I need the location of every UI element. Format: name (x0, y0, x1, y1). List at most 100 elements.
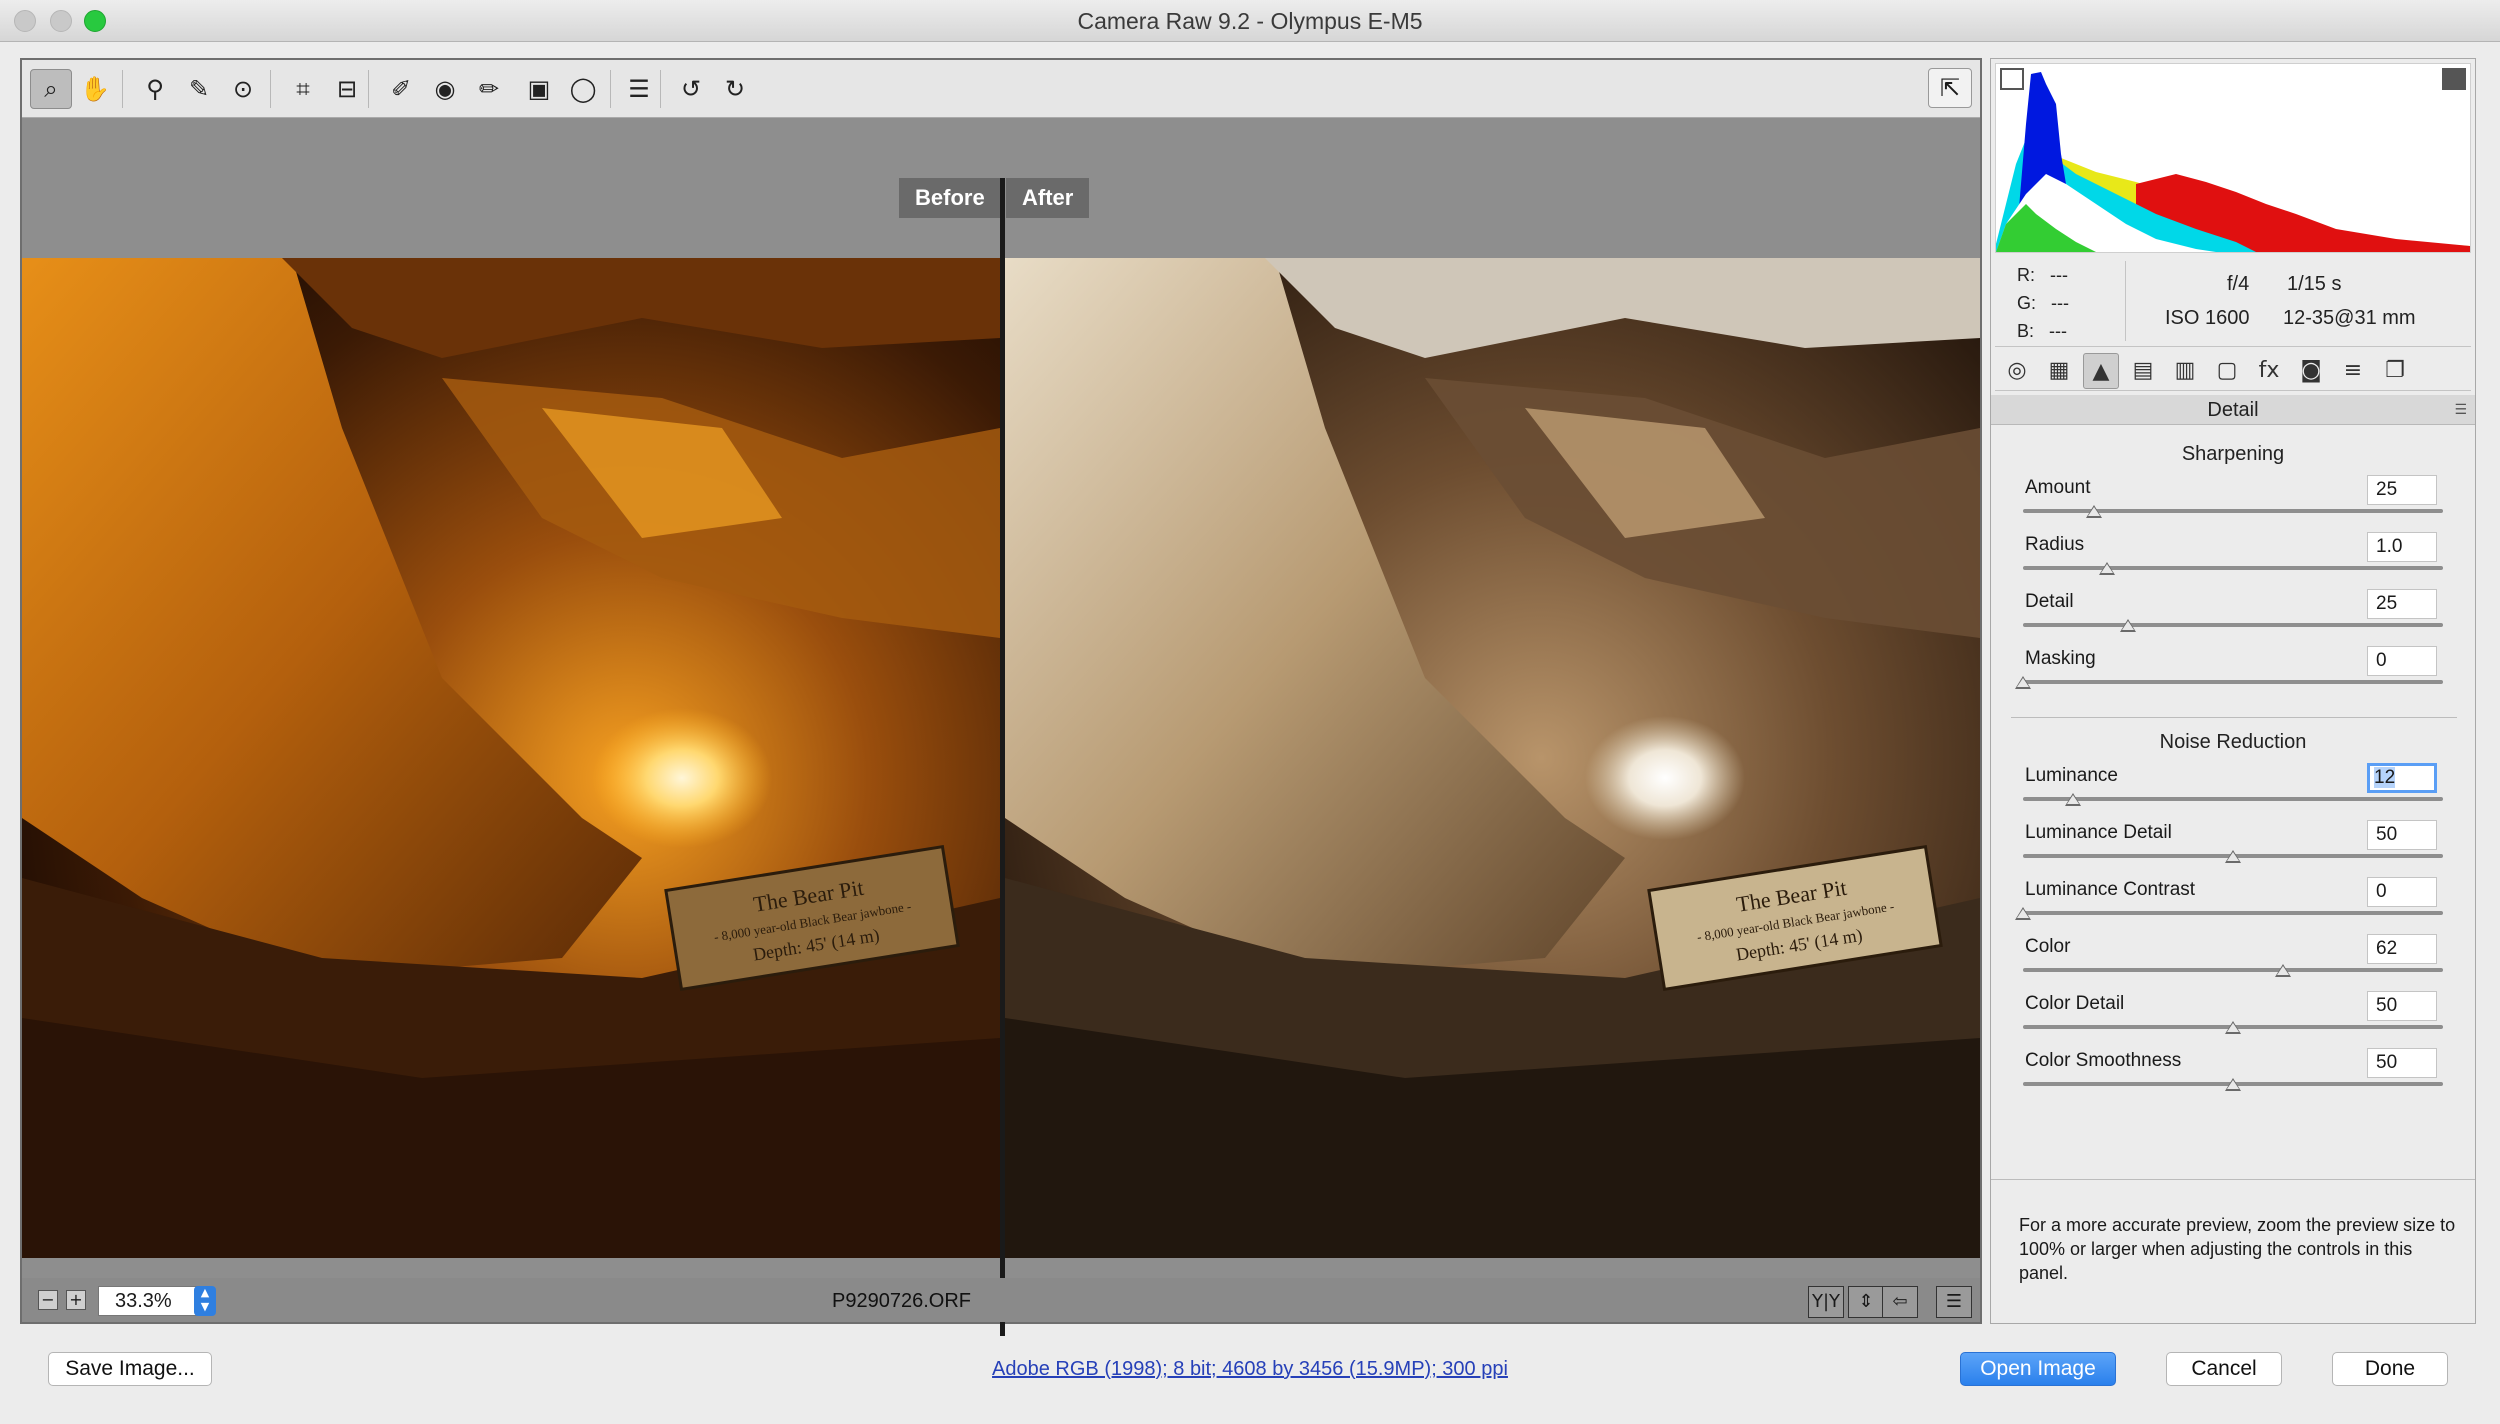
red-eye-tool[interactable]: ◉ (424, 69, 466, 109)
note-divider (1991, 1179, 2475, 1180)
slider-value-field[interactable]: 62 (2367, 934, 2437, 964)
open-image-button[interactable]: Open Image (1960, 1352, 2116, 1386)
crop-tool[interactable]: ⌗ (282, 69, 324, 109)
color-sampler-tool[interactable]: ✎ (178, 69, 220, 109)
slider-value-text[interactable]: 50 (2376, 824, 2397, 845)
slider-label: Luminance (2025, 765, 2118, 786)
toolbar-separator (610, 70, 611, 108)
slider-value-field[interactable]: 50 (2367, 991, 2437, 1021)
highlight-clipping-warning[interactable] (2442, 68, 2466, 90)
slider-track[interactable] (2023, 797, 2443, 801)
slider-thumb[interactable] (2225, 1021, 2241, 1034)
radial-filter-tool[interactable]: ◯ (562, 69, 604, 109)
zoom-in-button[interactable]: + (66, 1290, 86, 1310)
slider-value-text[interactable]: 12 (2374, 767, 2396, 788)
zoom-level-select[interactable]: 33.3% (98, 1286, 198, 1316)
snapshots-tab-icon[interactable]: ❐ (2377, 353, 2413, 389)
lens-corrections-tab-icon[interactable]: ▢ (2209, 353, 2245, 389)
slider-value-text[interactable]: 25 (2376, 479, 2397, 500)
targeted-adjustment-tool[interactable]: ⊙ (222, 69, 264, 109)
slider-thumb[interactable] (2225, 1078, 2241, 1091)
targeted-adjustment-icon: ⊙ (232, 75, 254, 103)
graduated-filter-tool[interactable]: ▣ (518, 69, 560, 109)
slider-thumb[interactable] (2275, 964, 2292, 977)
slider-thumb[interactable] (2225, 850, 2241, 863)
slider-value-text[interactable]: 50 (2376, 995, 2397, 1016)
zoom-icon: ⌕ (44, 75, 58, 103)
slider-value-field[interactable]: 0 (2367, 877, 2437, 907)
cancel-button[interactable]: Cancel (2166, 1352, 2282, 1386)
before-after-view-button[interactable]: Y|Y (1808, 1286, 1844, 1318)
toggle-settings-button[interactable]: ☰ (1936, 1286, 1972, 1318)
slider-value-text[interactable]: 62 (2376, 938, 2397, 959)
white-balance-tool[interactable]: ⚲ (134, 69, 176, 109)
panel-menu-icon[interactable]: ☰ (2454, 395, 2467, 425)
after-image[interactable]: The Bear Pit - 8,000 year-old Black Bear… (1005, 258, 1980, 1258)
slider-value-field[interactable]: 12 (2367, 763, 2437, 793)
r-label: R: (2017, 265, 2035, 285)
zoom-out-button[interactable]: − (38, 1290, 58, 1310)
slider-value-text[interactable]: 1.0 (2376, 536, 2402, 557)
detail-tab-icon[interactable]: ▲ (2083, 353, 2119, 389)
crop-icon: ⌗ (296, 75, 310, 103)
slider-thumb[interactable] (2015, 676, 2031, 689)
presets-tab-icon[interactable]: ≡ (2335, 353, 2371, 389)
color-sampler-icon: ✎ (188, 75, 210, 103)
after-photo: The Bear Pit - 8,000 year-old Black Bear… (1005, 258, 1980, 1258)
effects-tab-icon[interactable]: fx (2251, 353, 2287, 389)
slider-thumb[interactable] (2065, 793, 2082, 806)
rotate-left-tool[interactable]: ↺ (670, 69, 712, 109)
slider-value-field[interactable]: 25 (2367, 475, 2437, 505)
tone-curve-tab-icon[interactable]: ▦ (2041, 353, 2077, 389)
hand-tool[interactable]: ✋ (74, 69, 116, 109)
split-toning-tab-icon[interactable]: ▥ (2167, 353, 2203, 389)
slider-track[interactable] (2023, 623, 2443, 627)
slider-thumb[interactable] (2086, 505, 2103, 518)
slider-track[interactable] (2023, 968, 2443, 972)
slider-thumb[interactable] (2015, 907, 2031, 920)
lens: 12-35@31 mm (2283, 307, 2416, 329)
preferences-tool[interactable]: ☰ (618, 69, 660, 109)
slider-value-field[interactable]: 50 (2367, 820, 2437, 850)
rotate-right-tool[interactable]: ↻ (714, 69, 756, 109)
slider-value-text[interactable]: 25 (2376, 593, 2397, 614)
slider-value-field[interactable]: 50 (2367, 1048, 2437, 1078)
slider-thumb[interactable] (2099, 562, 2115, 575)
spot-removal-tool[interactable]: ✐ (380, 69, 422, 109)
swap-settings-button[interactable]: ⇕ (1848, 1286, 1884, 1318)
slider-value-text[interactable]: 50 (2376, 1052, 2397, 1073)
slider-track[interactable] (2023, 566, 2443, 570)
camera-calibration-tab-icon[interactable]: ◙ (2293, 353, 2329, 389)
slider-value-text[interactable]: 0 (2376, 650, 2387, 671)
slider-value-field[interactable]: 1.0 (2367, 532, 2437, 562)
hand-icon: ✋ (80, 75, 110, 103)
histogram-graph (1996, 72, 2470, 252)
slider-thumb[interactable] (2120, 619, 2136, 632)
slider-track[interactable] (2023, 911, 2443, 915)
adjustment-brush-tool[interactable]: ✏ (468, 69, 510, 109)
preview-area[interactable]: Before After The Bear Pit - 8,000 year-o… (22, 118, 1980, 1336)
slider-track[interactable] (2023, 680, 2443, 684)
slider-value-field[interactable]: 0 (2367, 646, 2437, 676)
g-label: G: (2017, 293, 2037, 313)
shadow-clipping-warning[interactable] (2000, 68, 2024, 90)
after-label: After (1006, 178, 1090, 218)
zoom-dropdown-arrow[interactable]: ▲ ▼ (194, 1286, 216, 1316)
toggle-fullscreen-button[interactable]: ⇱ (1928, 68, 1972, 108)
workflow-options-link[interactable]: Adobe RGB (1998); 8 bit; 4608 by 3456 (1… (0, 1358, 2500, 1381)
slider-value-field[interactable]: 25 (2367, 589, 2437, 619)
panel-title: Detail (2207, 399, 2259, 421)
before-photo: The Bear Pit - 8,000 year-old Black Bear… (22, 258, 1000, 1258)
zoom-tool[interactable]: ⌕ (30, 69, 72, 109)
toolbar-separator (270, 70, 271, 108)
done-button[interactable]: Done (2332, 1352, 2448, 1386)
iso: ISO 1600 (2165, 307, 2250, 329)
copy-settings-button[interactable]: ⇦ (1882, 1286, 1918, 1318)
straighten-tool[interactable]: ⊟ (326, 69, 368, 109)
slider-value-text[interactable]: 0 (2376, 881, 2387, 902)
radial-filter-icon: ◯ (569, 75, 597, 103)
hsl-tab-icon[interactable]: ▤ (2125, 353, 2161, 389)
basic-tab-icon[interactable]: ◎ (1999, 353, 2035, 389)
before-image[interactable]: The Bear Pit - 8,000 year-old Black Bear… (22, 258, 1000, 1258)
workflow-options-text[interactable]: Adobe RGB (1998); 8 bit; 4608 by 3456 (1… (992, 1358, 1508, 1380)
